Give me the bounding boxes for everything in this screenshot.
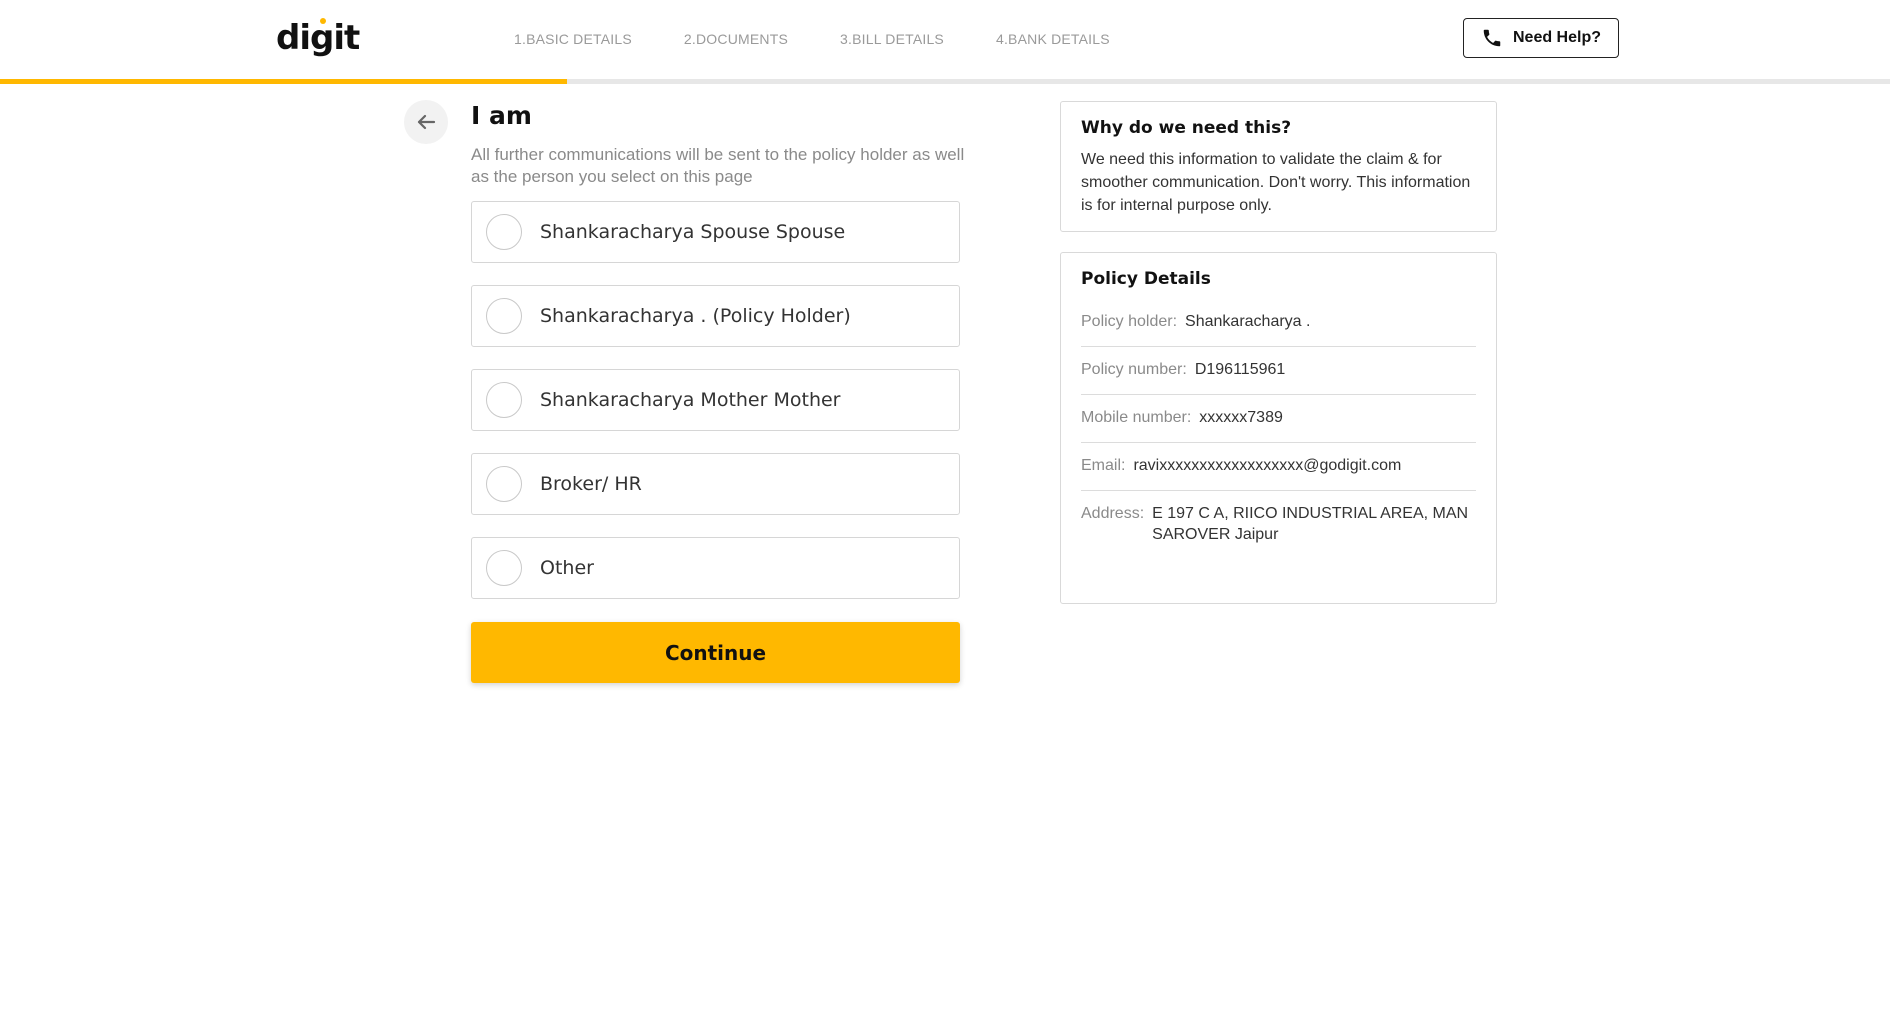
continue-label: Continue (664, 640, 767, 665)
option-broker-hr[interactable]: Broker/ HR (471, 453, 960, 515)
continue-button[interactable]: Continue (471, 622, 960, 683)
step-basic-details: 1.BASIC DETAILS (514, 31, 632, 47)
detail-value: ravixxxxxxxxxxxxxxxxxx@godigit.com (1133, 457, 1402, 474)
option-label: Other (540, 557, 594, 579)
option-spouse[interactable]: Shankaracharya Spouse Spouse (471, 201, 960, 263)
relationship-options: Shankaracharya Spouse Spouse Shankaracha… (471, 201, 960, 621)
digit-logo[interactable]: digit (276, 18, 360, 58)
detail-value: xxxxxx7389 (1199, 409, 1283, 426)
detail-row-address: Address: E 197 C A, RIICO INDUSTRIAL ARE… (1081, 491, 1476, 559)
progress-fill (0, 79, 567, 84)
need-help-label: Need Help? (1512, 29, 1601, 46)
why-card-title: Why do we need this? (1081, 118, 1292, 138)
header: digit 1.BASIC DETAILS 2.DOCUMENTS 3.BILL… (0, 0, 1890, 80)
need-help-button[interactable]: Need Help? (1463, 18, 1619, 58)
radio-button[interactable] (486, 550, 522, 586)
logo-accent-dot (320, 18, 326, 24)
option-mother[interactable]: Shankaracharya Mother Mother (471, 369, 960, 431)
option-label: Shankaracharya Mother Mother (540, 389, 841, 411)
policy-card-title: Policy Details (1081, 269, 1211, 289)
detail-key: Policy number: (1081, 361, 1187, 378)
option-label: Broker/ HR (540, 473, 642, 495)
detail-key: Mobile number: (1081, 409, 1192, 426)
page-title: I am (471, 101, 532, 130)
policy-details-card: Policy Details Policy holder: Shankarach… (1060, 252, 1497, 604)
option-policy-holder[interactable]: Shankaracharya . (Policy Holder) (471, 285, 960, 347)
arrow-left-icon (417, 114, 436, 130)
detail-row-policy-number: Policy number: D196115961 (1081, 347, 1476, 395)
detail-key: Policy holder: (1081, 313, 1178, 330)
step-bank-details: 4.BANK DETAILS (995, 31, 1110, 47)
detail-value: Shankaracharya . (1185, 313, 1311, 330)
why-info-card: Why do we need this? We need this inform… (1060, 101, 1497, 232)
why-card-text: We need this information to validate the… (1081, 151, 1471, 214)
step-navigation: 1.BASIC DETAILS 2.DOCUMENTS 3.BILL DETAI… (514, 31, 1162, 47)
page-subtitle: All further communications will be sent … (471, 145, 965, 186)
detail-key: Email: (1081, 457, 1126, 474)
option-label: Shankaracharya Spouse Spouse (540, 221, 846, 243)
back-button[interactable] (404, 100, 448, 144)
step-bill-details: 3.BILL DETAILS (840, 31, 944, 47)
radio-button[interactable] (486, 382, 522, 418)
detail-row-policy-holder: Policy holder: Shankaracharya . (1081, 299, 1476, 347)
step-documents: 2.DOCUMENTS (683, 31, 789, 47)
detail-value: D196115961 (1194, 361, 1286, 378)
detail-row-email: Email: ravixxxxxxxxxxxxxxxxxx@godigit.co… (1081, 443, 1476, 491)
detail-value: E 197 C A, RIICO INDUSTRIAL AREA, MANSAR… (1152, 505, 1469, 543)
radio-button[interactable] (486, 466, 522, 502)
radio-button[interactable] (486, 214, 522, 250)
progress-bar (0, 79, 1890, 84)
phone-icon (1483, 29, 1501, 47)
detail-key: Address: (1081, 505, 1145, 522)
detail-row-mobile-number: Mobile number: xxxxxx7389 (1081, 395, 1476, 443)
option-other[interactable]: Other (471, 537, 960, 599)
option-label: Shankaracharya . (Policy Holder) (540, 305, 851, 327)
radio-button[interactable] (486, 298, 522, 334)
